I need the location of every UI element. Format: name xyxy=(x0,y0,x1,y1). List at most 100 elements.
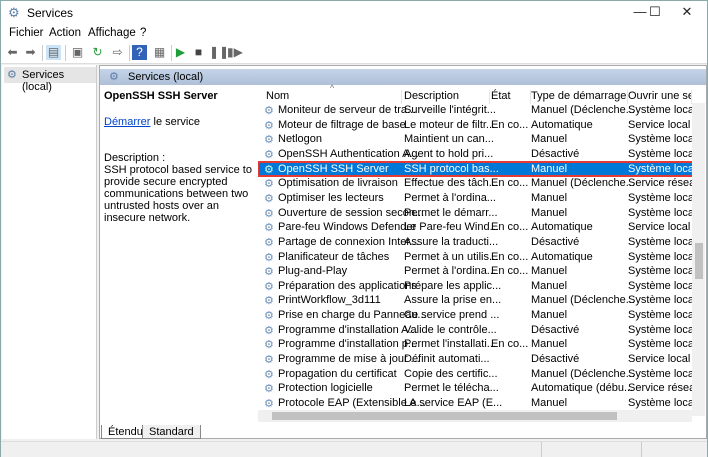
cell-description: Le moteur de filtr... xyxy=(404,118,496,131)
service-gear-icon: ⚙ xyxy=(264,324,274,337)
column-header-session[interactable]: Ouvrir une sessi xyxy=(628,90,692,104)
show-hide-tree-icon[interactable]: ▤ xyxy=(46,45,61,60)
cell-startup-type: Désactivé xyxy=(531,323,580,336)
forward-arrow-icon[interactable]: ➡ xyxy=(23,45,38,60)
service-title: OpenSSH SSH Server xyxy=(104,90,218,102)
cell-description: Effectue des tâch... xyxy=(404,177,498,190)
table-row[interactable]: ⚙ Ouverture de session secon... Permet le … xyxy=(258,206,696,221)
restart-icon[interactable]: ▮▶ xyxy=(227,45,243,60)
column-header-description[interactable]: Description xyxy=(404,90,490,104)
cell-description: Prépare les applic... xyxy=(404,279,502,292)
cell-name: PrintWorkflow_3d111 xyxy=(278,294,381,307)
cell-startup-type: Manuel xyxy=(531,397,568,409)
service-gear-icon: ⚙ xyxy=(264,134,274,147)
cell-logon: Système local xyxy=(628,147,697,160)
table-row[interactable]: ⚙ PrintWorkflow_3d111 Assure la prise en..… xyxy=(258,293,696,308)
table-row[interactable]: ⚙ Prise en charge du Panneau... Ce service… xyxy=(258,308,696,323)
cell-logon: Service réseau xyxy=(628,177,702,190)
service-gear-icon: ⚙ xyxy=(264,295,274,308)
table-row[interactable]: ⚙ Préparation des applications Prépare les… xyxy=(258,279,696,294)
menu-affichage[interactable]: Affichage xyxy=(88,27,136,39)
export-list-icon[interactable]: ⇨ xyxy=(110,45,125,60)
cell-startup-type: Manuel xyxy=(531,133,568,146)
cell-logon: Système local xyxy=(628,265,697,278)
table-row[interactable]: ⚙ Moniteur de serveur de tra... Surveille … xyxy=(258,103,696,118)
vertical-scrollbar[interactable] xyxy=(692,103,705,416)
cell-logon: Système local xyxy=(628,250,697,263)
table-row[interactable]: ⚙ Plug-and-Play Permet à l'ordina... En co.… xyxy=(258,264,696,279)
cell-startup-type: Automatique xyxy=(531,118,593,131)
table-row[interactable]: ⚙ Planificateur de tâches Permet à un util… xyxy=(258,250,696,265)
tree-item-services-local[interactable]: ⚙ Services (local) xyxy=(4,67,96,93)
table-row[interactable]: ⚙ Protection logicielle Permet le télécha.… xyxy=(258,381,701,396)
cell-description: Permet l'installati... xyxy=(404,338,496,351)
service-gear-icon: ⚙ xyxy=(264,398,274,410)
refresh-icon[interactable]: ↻ xyxy=(90,45,105,60)
play-icon[interactable]: ▶ xyxy=(173,45,188,60)
scroll-thumb[interactable] xyxy=(695,243,703,279)
cell-logon: Système local xyxy=(628,162,697,175)
help-icon[interactable]: ? xyxy=(132,45,147,60)
service-gear-icon: ⚙ xyxy=(264,383,274,396)
cell-description: Permet à l'ordina... xyxy=(404,265,496,278)
window-title: Services xyxy=(27,6,74,20)
table-row[interactable]: ⚙ Netlogon Maintient un can... Manuel Systèm… xyxy=(258,132,696,147)
gear-icon: ⚙ xyxy=(109,71,119,83)
horizontal-scrollbar[interactable] xyxy=(258,410,692,422)
cell-description: Permet le télécha... xyxy=(404,382,499,395)
pause-icon[interactable]: ❚❚ xyxy=(209,45,229,60)
cell-name: Programme d'installation A... xyxy=(278,323,418,336)
stop-icon[interactable]: ■ xyxy=(191,45,206,60)
tab-standard[interactable]: Standard xyxy=(142,425,201,439)
service-gear-icon: ⚙ xyxy=(264,354,274,367)
menu-action[interactable]: Action xyxy=(49,27,81,39)
properties-icon[interactable]: ▣ xyxy=(70,45,85,60)
table-row[interactable]: ⚙ Programme d'installation A... Valide le … xyxy=(258,323,696,338)
cell-logon: Système local xyxy=(628,235,697,248)
service-gear-icon: ⚙ xyxy=(264,251,274,264)
cell-name: Propagation du certificat xyxy=(278,367,397,380)
start-service-link[interactable]: Démarrer xyxy=(104,116,150,128)
column-header-type[interactable]: Type de démarrage xyxy=(531,90,628,104)
cell-name: Programme d'installation p... xyxy=(278,338,418,351)
cell-startup-type: Désactivé xyxy=(531,353,580,366)
table-row[interactable]: ⚙ Propagation du certificat Copie des cert… xyxy=(258,367,696,382)
cell-startup-type: Manuel xyxy=(531,279,568,292)
back-arrow-icon[interactable]: ⬅ xyxy=(5,45,20,60)
column-header-etat[interactable]: État xyxy=(491,90,531,104)
menu-fichier[interactable]: Fichier xyxy=(9,27,44,39)
table-row[interactable]: ⚙ OpenSSH SSH Server SSH protocol bas... Ma… xyxy=(258,160,696,178)
service-gear-icon: ⚙ xyxy=(264,266,274,279)
table-row[interactable]: ⚙ Moteur de filtrage de base Le moteur de … xyxy=(258,118,692,133)
cell-description: SSH protocol bas... xyxy=(404,162,499,175)
table-row[interactable]: ⚙ Protocole EAP (Extensible A... Le servic… xyxy=(258,396,696,411)
cell-logon: Système local xyxy=(628,279,697,292)
table-row[interactable]: ⚙ Programme d'installation p... Permet l'i… xyxy=(258,337,696,352)
cell-name: Moteur de filtrage de base xyxy=(278,118,406,131)
cell-description: Le Pare-feu Wind... xyxy=(404,221,499,234)
services-gear-icon: ⚙ xyxy=(8,5,20,20)
cell-state: En co... xyxy=(491,250,529,263)
cell-description: Assure la traducti... xyxy=(404,235,499,248)
title-bar: ⚙ Services — ☐ ✕ xyxy=(1,1,707,24)
cell-logon: Service réseau xyxy=(628,382,702,395)
close-button[interactable]: ✕ xyxy=(665,1,708,24)
menu-help[interactable]: ? xyxy=(140,27,146,39)
cell-name: Plug-and-Play xyxy=(278,265,348,278)
description-text: SSH protocol based service to provide se… xyxy=(104,164,252,224)
scroll-thumb[interactable] xyxy=(272,412,617,420)
toolbar: ⬅ ➡ ▤ ▣ ↻ ⇨ ? ▦ ▶ ■ ❚❚ ▮▶ xyxy=(1,42,707,64)
cell-description: Permet à un utilis... xyxy=(404,250,499,263)
table-row[interactable]: ⚙ OpenSSH Authentication A... Agent to hol… xyxy=(258,147,696,162)
cell-startup-type: Manuel xyxy=(531,265,568,278)
table-row[interactable]: ⚙ Programme de mise à jour ... Définit aut… xyxy=(258,352,692,367)
cell-logon: Système local xyxy=(628,206,697,219)
service-gear-icon: ⚙ xyxy=(264,105,274,117)
console-icon[interactable]: ▦ xyxy=(152,45,167,60)
table-row[interactable]: ⚙ Optimisation de livraison Effectue des t… xyxy=(258,176,701,191)
cell-logon: Service local xyxy=(628,221,691,234)
service-gear-icon: ⚙ xyxy=(264,222,274,235)
table-row[interactable]: ⚙ Optimiser les lecteurs Permet à l'ordina… xyxy=(258,191,696,206)
table-row[interactable]: ⚙ Pare-feu Windows Defender Le Pare-feu Wi… xyxy=(258,220,692,235)
table-row[interactable]: ⚙ Partage de connexion Inter... Assure la … xyxy=(258,235,696,250)
